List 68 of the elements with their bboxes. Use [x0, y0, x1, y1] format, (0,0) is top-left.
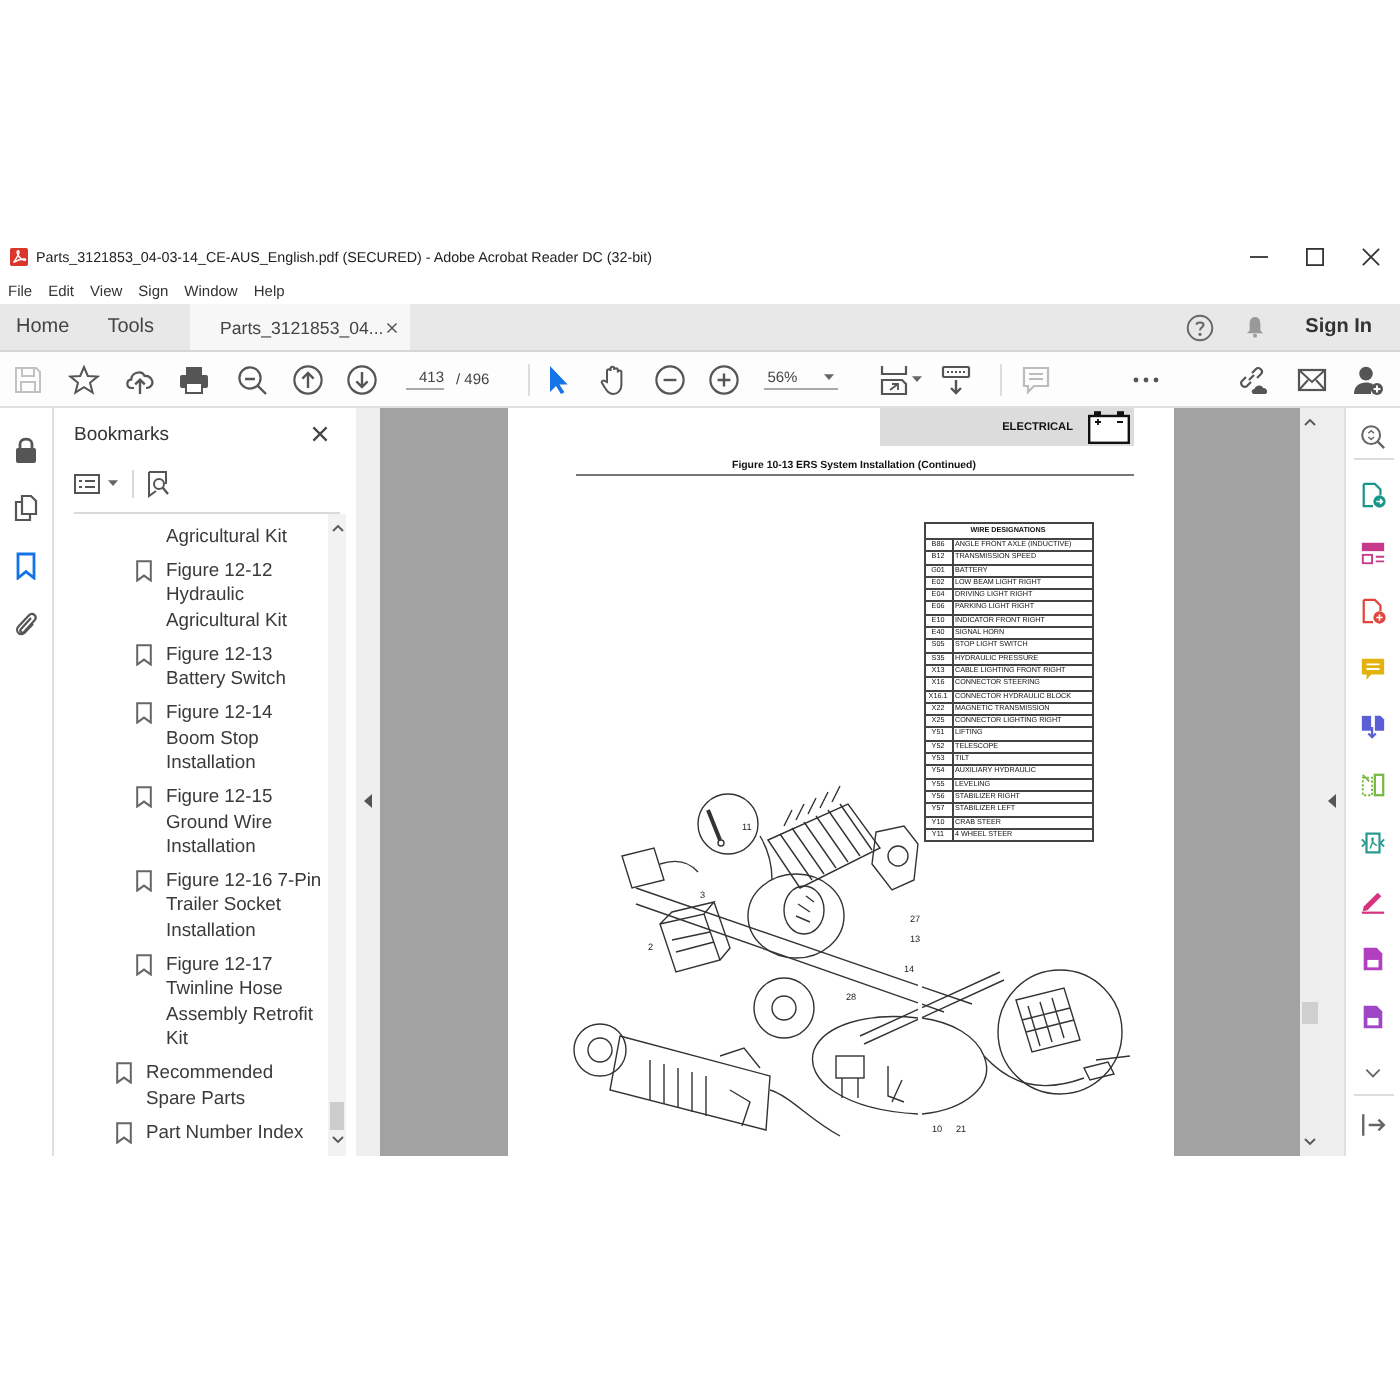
bookmark-icon	[136, 786, 152, 809]
mail-icon[interactable]	[1295, 363, 1328, 395]
magnifier-minus-icon[interactable]	[236, 363, 268, 395]
bookmark-icon	[116, 1121, 132, 1144]
tab[interactable]: Home	[0, 304, 86, 350]
close-icon[interactable]	[1362, 248, 1380, 266]
link-cloud-icon[interactable]	[1237, 363, 1270, 395]
bookmark-icon	[136, 702, 152, 725]
bookmark-search-icon[interactable]	[146, 470, 170, 498]
scrollbar-thumb[interactable]	[330, 1102, 344, 1130]
page-fit-icon[interactable]	[877, 363, 910, 395]
caret-icon[interactable]	[823, 373, 834, 381]
user-add-icon[interactable]	[1351, 363, 1384, 395]
arrow-down-icon[interactable]	[1304, 1138, 1316, 1146]
collapse-arrow-icon[interactable]	[364, 794, 372, 808]
collapse-pane-icon[interactable]	[1360, 1112, 1386, 1138]
bookmark-item[interactable]: Part Number Index	[116, 1119, 318, 1145]
bookmark-item[interactable]: Agricultural Kit	[166, 524, 324, 549]
bookmark-icon	[116, 1062, 132, 1085]
chevron-down-icon[interactable]	[1364, 1068, 1382, 1078]
lock-icon[interactable]	[14, 436, 38, 464]
bookmark-item[interactable]: Figure 12-16 7-Pin Trailer Socket Installation	[136, 867, 324, 943]
panel-title: Bookmarks	[74, 423, 170, 445]
document-icon[interactable]	[1360, 946, 1386, 972]
bookmark-item[interactable]: Figure 12-14 Boom Stop Installation	[136, 700, 324, 776]
bookmark-icon	[136, 643, 152, 666]
bookmark-item[interactable]: Recommended Spare Parts	[116, 1060, 318, 1111]
document-arrow-icon[interactable]	[1360, 482, 1386, 508]
star-icon[interactable]	[68, 363, 100, 395]
paperclip-icon[interactable]	[14, 610, 38, 638]
arrow-down-icon[interactable]	[346, 363, 378, 395]
bookmark-item[interactable]: Figure 12-17 Twinline Hose Assembly Retrofit Kit	[136, 951, 324, 1052]
page-grid-icon[interactable]	[1360, 540, 1386, 566]
caret-icon[interactable]	[108, 480, 118, 488]
scroll-mode-icon[interactable]	[939, 363, 972, 395]
close-icon[interactable]	[386, 321, 399, 333]
bookmark-icon	[136, 559, 152, 582]
bookmark-item[interactable]: Figure 12-15 Ground Wire Installation	[136, 784, 324, 860]
tab[interactable]: Tools	[91, 304, 171, 350]
sign-in-button[interactable]: Sign In	[1305, 304, 1372, 350]
document-expand-icon[interactable]	[1360, 830, 1386, 856]
zoom-in-icon[interactable]	[707, 363, 740, 395]
arrow-up-icon[interactable]	[331, 524, 343, 532]
bookmark-icon	[136, 953, 152, 976]
bookmark-icon[interactable]	[14, 552, 38, 580]
close-icon[interactable]	[312, 426, 328, 442]
pdf-app-icon	[10, 248, 28, 266]
document-plus-icon[interactable]	[1360, 598, 1386, 624]
arrow-down-icon[interactable]	[331, 1136, 343, 1144]
pen-icon[interactable]	[1360, 888, 1386, 914]
document-icon[interactable]	[1360, 1004, 1386, 1030]
bookmark-item[interactable]: Figure 12-13 Battery Switch	[136, 641, 324, 692]
help-icon[interactable]	[1185, 313, 1214, 341]
print-icon[interactable]	[178, 363, 210, 395]
list-options-icon[interactable]	[74, 474, 100, 494]
document-tab[interactable]: Parts_3121853_04...	[190, 304, 411, 350]
scrollbar-thumb[interactable]	[1302, 1002, 1318, 1024]
bookmark-item[interactable]: Figure 12-12 Hydraulic Agricultural Kit	[136, 557, 324, 633]
pages-icon[interactable]	[14, 494, 38, 522]
arrow-up-icon[interactable]	[1304, 418, 1316, 426]
document-download-icon[interactable]	[1360, 714, 1386, 740]
collapse-arrow-icon[interactable]	[1328, 794, 1336, 808]
zoom-search-icon[interactable]	[1360, 424, 1386, 450]
arrow-up-icon[interactable]	[292, 363, 324, 395]
bookmark-icon	[136, 869, 152, 892]
zoom-out-icon[interactable]	[653, 363, 686, 395]
caret-icon[interactable]	[911, 375, 922, 383]
maximize-icon[interactable]	[1306, 248, 1324, 266]
